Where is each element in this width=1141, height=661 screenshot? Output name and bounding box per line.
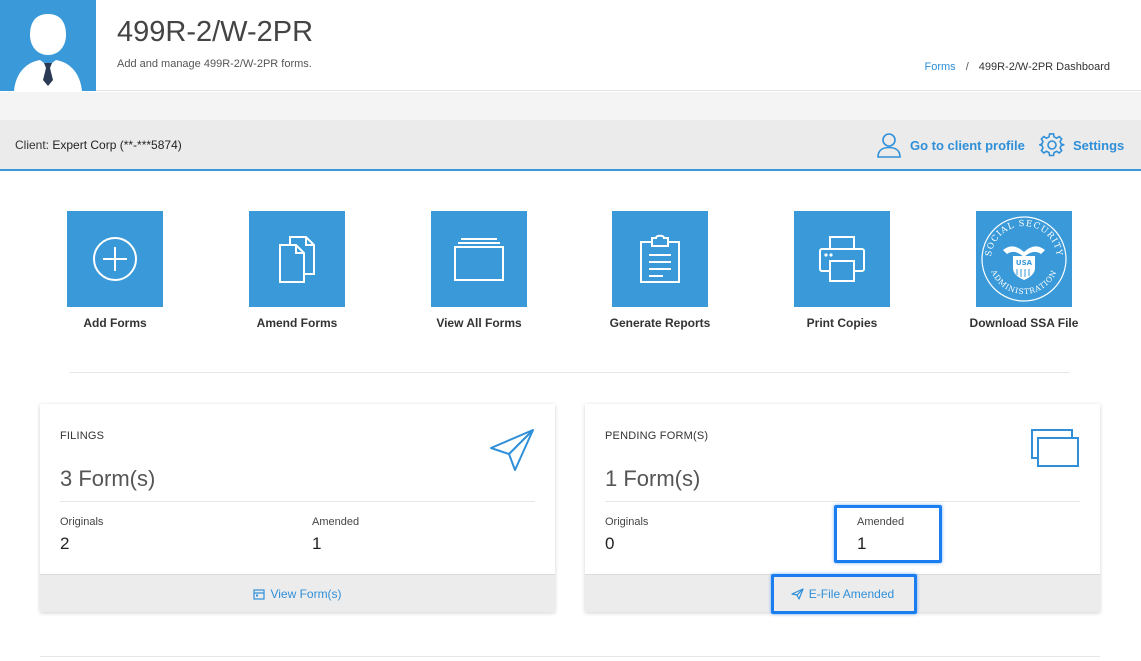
generate-reports-label: Generate Reports	[609, 316, 711, 330]
filings-count: 3 Form(s)	[60, 466, 156, 491]
e-file-highlight-box	[771, 574, 917, 614]
client-bar: Client: Expert Corp (**-***5874) Go to c…	[0, 120, 1141, 171]
download-ssa-file-label: Download SSA File	[969, 316, 1079, 330]
ssa-seal-center-text: USA	[1016, 259, 1033, 267]
view-forms-button[interactable]: View Form(s)	[253, 586, 342, 601]
go-to-client-profile-label: Go to client profile	[910, 137, 1025, 153]
view-forms-label: View Form(s)	[270, 586, 342, 601]
pending-originals-value: 0	[605, 534, 615, 553]
calendar-icon	[253, 588, 266, 600]
client-label: Client:	[15, 138, 50, 152]
filings-amended-label: Amended	[312, 516, 360, 528]
view-all-forms-label: View All Forms	[436, 316, 522, 330]
filings-originals-label: Originals	[60, 516, 104, 528]
breadcrumb: Forms / 499R-2/W-2PR Dashboard	[925, 61, 1110, 73]
filings-card: FILINGS 3 Form(s) Originals 2 Amended 1 …	[40, 404, 555, 612]
section-divider	[70, 372, 1070, 373]
pending-originals-label: Originals	[605, 516, 649, 528]
printer-icon	[819, 236, 865, 282]
add-forms-label: Add Forms	[83, 316, 147, 330]
bottom-divider	[40, 656, 1100, 657]
page-subtitle: Add and manage 499R-2/W-2PR forms.	[117, 58, 312, 70]
print-copies-tile[interactable]: Print Copies	[782, 211, 902, 332]
settings-label: Settings	[1073, 137, 1125, 153]
view-all-forms-tile[interactable]: View All Forms	[419, 211, 539, 332]
gear-icon	[1039, 133, 1065, 157]
documents-icon	[279, 236, 315, 283]
add-forms-icon-box	[67, 211, 163, 307]
breadcrumb-separator: /	[965, 61, 969, 73]
stacked-windows-icon	[1031, 429, 1079, 467]
download-ssa-file-tile[interactable]: SOCIAL SECURITY ADMINISTRATION USA Downl…	[964, 211, 1084, 332]
client-info: Client: Expert Corp (**-***5874)	[15, 138, 182, 152]
filings-footer: View Form(s)	[40, 574, 555, 612]
paper-plane-icon	[490, 429, 534, 471]
pending-divider	[605, 501, 1080, 502]
ssa-seal-icon: SOCIAL SECURITY ADMINISTRATION USA	[981, 216, 1067, 302]
breadcrumb-forms-link[interactable]: Forms	[925, 61, 956, 73]
ssa-seal-top-text: SOCIAL SECURITY	[984, 219, 1064, 257]
plus-circle-icon	[93, 237, 137, 281]
generate-reports-icon-box	[612, 211, 708, 307]
avatar	[0, 0, 96, 91]
amended-highlight-box	[834, 505, 942, 563]
view-all-forms-icon-box	[431, 211, 527, 307]
amend-forms-icon-box	[249, 211, 345, 307]
filings-divider	[60, 501, 535, 502]
breadcrumb-current: 499R-2/W-2PR Dashboard	[978, 61, 1110, 73]
filings-originals-value: 2	[60, 534, 70, 553]
print-copies-label: Print Copies	[806, 316, 878, 330]
pending-title: PENDING FORM(S)	[605, 430, 709, 442]
header-spacer	[0, 92, 1141, 120]
user-avatar-icon	[14, 14, 82, 91]
action-tiles: Add Forms Amend Forms View All Forms Gen…	[0, 211, 1141, 351]
page-header: 499R-2/W-2PR Add and manage 499R-2/W-2PR…	[0, 0, 1141, 91]
stacked-window-icon	[454, 238, 504, 281]
generate-reports-tile[interactable]: Generate Reports	[600, 211, 720, 332]
filings-amended: Amended 1	[312, 516, 359, 554]
pending-originals: Originals 0	[605, 516, 648, 554]
download-ssa-file-icon-box: SOCIAL SECURITY ADMINISTRATION USA	[976, 211, 1072, 307]
amend-forms-label: Amend Forms	[256, 316, 338, 330]
filings-title: FILINGS	[60, 430, 105, 442]
add-forms-tile[interactable]: Add Forms	[55, 211, 175, 332]
pending-count: 1 Form(s)	[605, 466, 701, 491]
clipboard-icon	[640, 234, 680, 283]
page-title: 499R-2/W-2PR	[117, 16, 314, 48]
filings-originals: Originals 2	[60, 516, 103, 554]
client-name: Expert Corp (**-***5874)	[52, 138, 182, 152]
user-outline-icon	[877, 133, 901, 158]
go-to-client-profile-button[interactable]: Go to client profile	[876, 132, 1025, 158]
settings-button[interactable]: Settings	[1039, 132, 1124, 158]
filings-amended-value: 1	[312, 534, 322, 553]
amend-forms-tile[interactable]: Amend Forms	[237, 211, 357, 332]
print-copies-icon-box	[794, 211, 890, 307]
